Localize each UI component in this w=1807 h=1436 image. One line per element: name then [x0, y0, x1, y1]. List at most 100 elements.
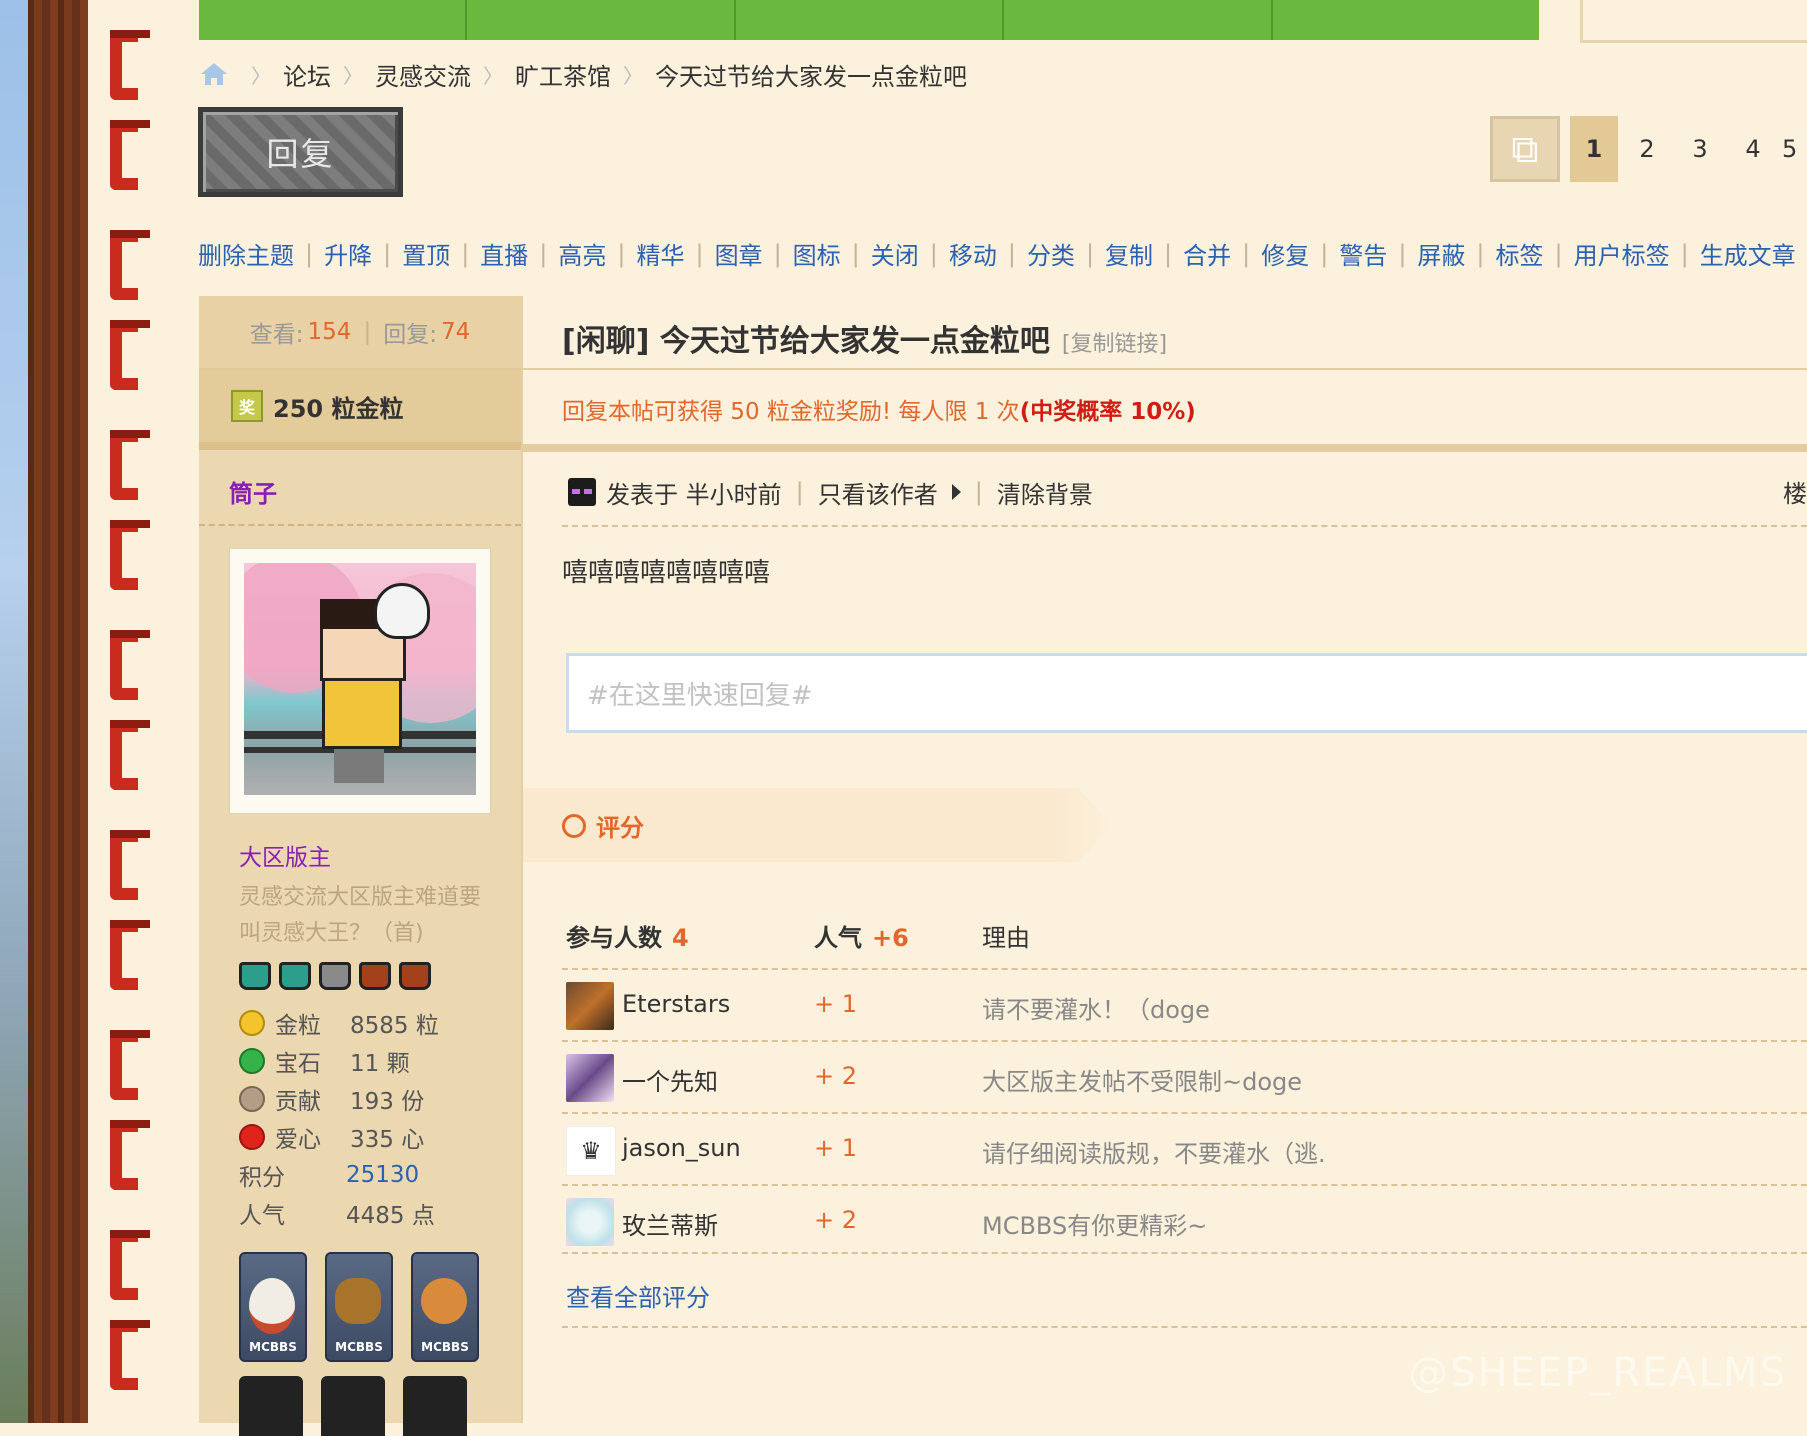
- gold-nugget-icon: [239, 1010, 265, 1036]
- apple-icon: [239, 1124, 265, 1150]
- breadcrumb-section[interactable]: 灵感交流: [375, 57, 471, 92]
- medal-icon[interactable]: [239, 1376, 303, 1436]
- return-list-icon[interactable]: ⧉: [1490, 116, 1560, 182]
- mod-link[interactable]: 删除主题: [198, 236, 294, 271]
- mod-link[interactable]: 移动: [949, 236, 997, 271]
- top-nav-item[interactable]: [199, 0, 468, 40]
- decor-hook: [110, 630, 150, 700]
- floor-number: 楼: [1783, 480, 1807, 508]
- bread-medal-icon[interactable]: MCBBS: [325, 1252, 393, 1362]
- mod-link[interactable]: 图章: [715, 236, 763, 271]
- page-2[interactable]: 2: [1623, 116, 1671, 182]
- leather-helmet-icon: [399, 962, 431, 990]
- page-1[interactable]: 1: [1570, 116, 1618, 182]
- page-5[interactable]: 5: [1782, 116, 1807, 182]
- top-nav-item[interactable]: [1272, 0, 1540, 40]
- rater-name[interactable]: 一个先知: [622, 1062, 718, 1097]
- decor-hook: [110, 30, 150, 100]
- mod-link-separator: |: [1398, 239, 1407, 268]
- decor-hook: [110, 320, 150, 390]
- cookie-medal-icon[interactable]: MCBBS: [411, 1252, 479, 1362]
- breadcrumb-board[interactable]: 旷工茶馆: [515, 57, 611, 92]
- mod-link[interactable]: 生成文章: [1700, 236, 1796, 271]
- home-icon[interactable]: [199, 61, 229, 87]
- mod-link-separator: |: [1476, 239, 1485, 268]
- rater-name[interactable]: Eterstars: [622, 990, 730, 1018]
- view-all-ratings-link[interactable]: 查看全部评分: [566, 1278, 710, 1313]
- play-arrow-icon[interactable]: [951, 484, 961, 500]
- post-title: [闲聊] 今天过节给大家发一点金粒吧 [复制链接]: [562, 316, 1167, 360]
- mod-link[interactable]: 修复: [1261, 236, 1309, 271]
- mod-link[interactable]: 合并: [1183, 236, 1231, 271]
- mod-link[interactable]: 图标: [793, 236, 841, 271]
- mod-link-separator: |: [1007, 239, 1016, 268]
- background-wood-border: [28, 0, 88, 1423]
- avatar[interactable]: [229, 548, 491, 814]
- top-nav-item[interactable]: [1004, 0, 1273, 40]
- decor-hook: [110, 520, 150, 590]
- mod-link[interactable]: 关闭: [871, 236, 919, 271]
- mod-link[interactable]: 置顶: [402, 236, 450, 271]
- reply-button[interactable]: 回复: [198, 107, 403, 197]
- avatar[interactable]: [566, 1054, 614, 1102]
- copy-link[interactable]: [复制链接]: [1062, 326, 1167, 358]
- stat-label: 人气: [239, 1203, 285, 1229]
- watermark: @SHEEP_REALMS: [1408, 1350, 1787, 1396]
- post-content: 嘻嘻嘻嘻嘻嘻嘻嘻: [562, 558, 771, 588]
- post-meta: 发表于 半小时前 | 只看该作者 | 清除背景: [568, 474, 1093, 510]
- mod-link[interactable]: 用户标签: [1574, 236, 1670, 271]
- mod-link[interactable]: 高亮: [558, 236, 606, 271]
- rater-reason: 请不要灌水！（doge: [982, 996, 1210, 1024]
- mod-link[interactable]: 直播: [480, 236, 528, 271]
- participants-label: 参与人数: [566, 924, 662, 952]
- author-username[interactable]: 筒子: [229, 474, 277, 509]
- mod-link-separator: |: [617, 239, 626, 268]
- only-author-link[interactable]: 只看该作者: [818, 475, 938, 510]
- mod-link[interactable]: 升降: [324, 236, 372, 271]
- stat-value: 193 份: [350, 1089, 425, 1115]
- page-3[interactable]: 3: [1676, 116, 1724, 182]
- medal-icon[interactable]: [403, 1376, 467, 1436]
- mod-link[interactable]: 分类: [1027, 236, 1075, 271]
- mod-link-separator: |: [461, 239, 470, 268]
- thread-title: [闲聊] 今天过节给大家发一点金粒吧: [562, 324, 1050, 359]
- user-title: 灵感交流大区版主难道要叫灵感大王？（首): [239, 885, 482, 946]
- mod-link[interactable]: 精华: [636, 236, 684, 271]
- decor-hook: [110, 830, 150, 900]
- quick-reply-input[interactable]: #在这里快速回复#: [566, 653, 1807, 733]
- stat-label: 爱心: [275, 1127, 321, 1153]
- emerald-icon: [239, 1048, 265, 1074]
- stat-gold: 金粒 8585 粒: [239, 1004, 439, 1042]
- medal-icon[interactable]: [321, 1376, 385, 1436]
- rater-name[interactable]: 玫兰蒂斯: [622, 1206, 718, 1241]
- diamond-helmet-icon: [279, 962, 311, 990]
- decor-hook: [110, 1030, 150, 1100]
- stat-love: 爱心 335 心: [239, 1118, 439, 1156]
- top-nav-item[interactable]: [467, 0, 736, 40]
- replies-label: 回复:: [383, 322, 437, 348]
- top-nav-item[interactable]: [735, 0, 1005, 40]
- background-rail: [88, 0, 154, 1423]
- page-4[interactable]: 4: [1729, 116, 1777, 182]
- reward-amount: 奖 250 粒金粒: [199, 370, 521, 450]
- breadcrumb-separator: 〉: [623, 63, 643, 88]
- avatar[interactable]: [566, 1198, 614, 1246]
- rater-name[interactable]: jason_sun: [622, 1134, 741, 1162]
- stat-value[interactable]: 25130: [346, 1162, 419, 1188]
- mod-link[interactable]: 警告: [1339, 236, 1387, 271]
- stat-label: 宝石: [275, 1051, 321, 1077]
- mod-link[interactable]: 标签: [1496, 236, 1544, 271]
- crown-avatar-icon[interactable]: ♛: [566, 1126, 616, 1176]
- mod-link[interactable]: 复制: [1105, 236, 1153, 271]
- divider: [562, 525, 1807, 527]
- divider: [523, 444, 1807, 452]
- breadcrumb-forum[interactable]: 论坛: [283, 57, 331, 92]
- cake-medal-icon[interactable]: MCBBS: [239, 1252, 307, 1362]
- rating-row: 一个先知 + 2 大区版主发帖不受限制~doge: [562, 1040, 1807, 1112]
- breadcrumb-thread[interactable]: 今天过节给大家发一点金粒吧: [655, 57, 967, 92]
- clear-background-link[interactable]: 清除背景: [997, 475, 1093, 510]
- rating-table-header: 参与人数 4 人气 +6 理由: [566, 918, 1807, 970]
- avatar[interactable]: [566, 982, 614, 1030]
- user-rank[interactable]: 大区版主: [239, 838, 331, 872]
- mod-link[interactable]: 屏蔽: [1417, 236, 1465, 271]
